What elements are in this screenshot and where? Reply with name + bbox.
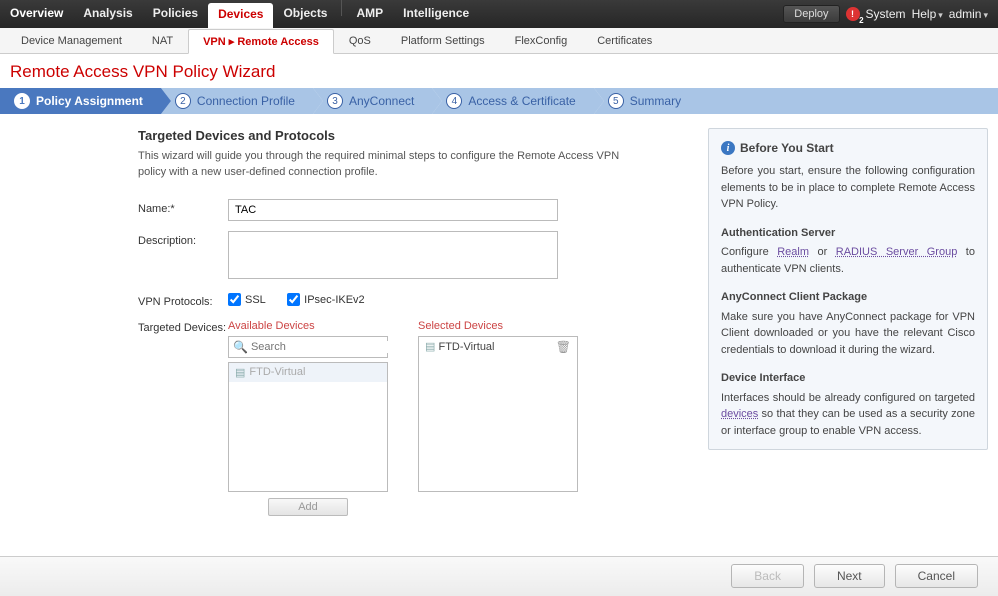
text: Interfaces should be already configured … (721, 392, 975, 404)
topnav-objects[interactable]: Objects (273, 0, 337, 28)
device-icon: ▤ (425, 341, 435, 353)
subtab-flexconfig[interactable]: FlexConfig (500, 29, 583, 53)
radius-link[interactable]: RADIUS Server Group (836, 246, 958, 258)
intro-text: This wizard will guide you through the r… (138, 149, 648, 181)
device-interface-heading: Device Interface (721, 370, 975, 387)
description-label: Description: (138, 231, 228, 282)
main-form: Targeted Devices and Protocols This wiza… (138, 128, 688, 526)
step-number: 1 (14, 93, 30, 109)
step-label: Access & Certificate (468, 94, 575, 108)
list-item-label: FTD-Virtual (249, 366, 305, 378)
next-button[interactable]: Next (814, 564, 885, 588)
subtab-device-management[interactable]: Device Management (6, 29, 137, 53)
sub-nav: Device Management NAT VPN ▸ Remote Acces… (0, 28, 998, 54)
text: Configure (721, 246, 777, 258)
help-label: Help (912, 7, 937, 21)
help-link[interactable]: Help▾ (912, 7, 943, 21)
subtab-nat[interactable]: NAT (137, 29, 188, 53)
devices-link[interactable]: devices (721, 408, 758, 420)
topnav-devices[interactable]: Devices (208, 3, 273, 28)
user-menu[interactable]: admin▾ (949, 7, 988, 21)
vpn-protocols-label: VPN Protocols: (138, 292, 228, 308)
subtab-vpn-remote-access[interactable]: VPN ▸ Remote Access (188, 29, 334, 54)
text: or (809, 246, 836, 258)
alert-count: 2 (859, 16, 863, 25)
add-button[interactable]: Add (268, 498, 348, 516)
page-title: Remote Access VPN Policy Wizard (0, 54, 998, 88)
auth-server-heading: Authentication Server (721, 225, 975, 242)
auth-server-text: Configure Realm or RADIUS Server Group t… (721, 244, 975, 277)
topnav-analysis[interactable]: Analysis (73, 0, 142, 28)
ssl-checkbox[interactable] (228, 293, 241, 306)
back-button[interactable]: Back (731, 564, 804, 588)
ssl-label: SSL (245, 294, 266, 306)
system-link[interactable]: System (866, 7, 906, 21)
available-devices-list[interactable]: ▤ FTD-Virtual (228, 362, 388, 492)
list-item-label: FTD-Virtual (438, 341, 494, 353)
subtab-qos[interactable]: QoS (334, 29, 386, 53)
step-label: Summary (630, 94, 681, 108)
anyconnect-heading: AnyConnect Client Package (721, 289, 975, 306)
step-policy-assignment[interactable]: 1 Policy Assignment (0, 88, 161, 114)
list-item[interactable]: ▤ FTD-Virtual 🗑 (419, 337, 577, 357)
delete-icon[interactable]: 🗑 (556, 340, 571, 354)
cancel-button[interactable]: Cancel (895, 564, 978, 588)
available-search-input[interactable] (251, 341, 393, 353)
alert-icon[interactable]: !2 (846, 7, 860, 21)
before-you-start-panel: i Before You Start Before you start, ensu… (708, 128, 988, 450)
top-nav: Overview Analysis Policies Devices Objec… (0, 0, 998, 28)
step-label: AnyConnect (349, 94, 414, 108)
available-search[interactable]: 🔍 (228, 336, 388, 358)
name-input[interactable] (228, 199, 558, 221)
step-number: 5 (608, 93, 624, 109)
topnav-amp[interactable]: AMP (346, 0, 393, 28)
section-title: Targeted Devices and Protocols (138, 128, 688, 143)
topnav-overview[interactable]: Overview (0, 0, 73, 28)
step-access-certificate[interactable]: 4 Access & Certificate (432, 88, 593, 114)
topnav-intelligence[interactable]: Intelligence (393, 0, 479, 28)
step-summary[interactable]: 5 Summary (594, 88, 699, 114)
ipsec-label: IPsec-IKEv2 (304, 294, 365, 306)
step-number: 2 (175, 93, 191, 109)
divider (341, 0, 342, 16)
wizard-steps: 1 Policy Assignment 2 Connection Profile 3… (0, 88, 998, 114)
list-item[interactable]: ▤ FTD-Virtual (229, 363, 387, 382)
name-label: Name:* (138, 199, 228, 221)
side-title: Before You Start (740, 139, 834, 157)
step-number: 3 (327, 93, 343, 109)
subtab-certificates[interactable]: Certificates (582, 29, 667, 53)
targeted-devices-label: Targeted Devices: (138, 318, 228, 516)
text: so that they can be used as a security z… (721, 408, 975, 437)
description-input[interactable] (228, 231, 558, 279)
step-number: 4 (446, 93, 462, 109)
anyconnect-text: Make sure you have AnyConnect package fo… (721, 309, 975, 359)
selected-devices-list[interactable]: ▤ FTD-Virtual 🗑 (418, 336, 578, 492)
realm-link[interactable]: Realm (777, 246, 809, 258)
search-icon: 🔍 (233, 340, 248, 354)
step-label: Policy Assignment (36, 94, 143, 108)
device-icon: ▤ (235, 366, 245, 379)
deploy-button[interactable]: Deploy (783, 5, 839, 23)
side-intro: Before you start, ensure the following c… (721, 163, 975, 213)
wizard-footer: Back Next Cancel (0, 556, 998, 596)
step-label: Connection Profile (197, 94, 295, 108)
caret-down-icon: ▾ (983, 10, 988, 20)
ipsec-checkbox[interactable] (287, 293, 300, 306)
selected-devices-title: Selected Devices (418, 320, 578, 332)
user-label: admin (949, 7, 982, 21)
caret-down-icon: ▾ (938, 10, 943, 20)
available-devices-title: Available Devices (228, 320, 388, 332)
device-interface-text: Interfaces should be already configured … (721, 390, 975, 440)
topnav-policies[interactable]: Policies (143, 0, 208, 28)
step-anyconnect[interactable]: 3 AnyConnect (313, 88, 432, 114)
subtab-platform-settings[interactable]: Platform Settings (386, 29, 500, 53)
info-icon: i (721, 141, 735, 155)
step-connection-profile[interactable]: 2 Connection Profile (161, 88, 313, 114)
